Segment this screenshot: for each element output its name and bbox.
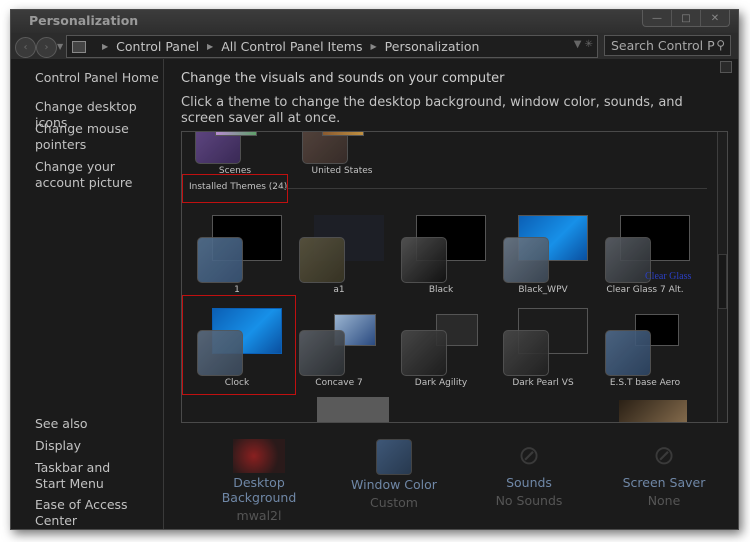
back-arrow-icon: ‹ — [23, 42, 28, 53]
close-button[interactable]: ✕ — [700, 10, 729, 26]
sidebar-change-mouse-pointers[interactable]: Change mouse pointers — [35, 121, 130, 153]
theme-label: Black — [428, 285, 454, 295]
section-divider — [280, 188, 707, 189]
screen-saver-button[interactable]: ⊘ Screen Saver None — [599, 439, 729, 508]
theme-swatch — [299, 330, 345, 376]
help-icon[interactable] — [720, 61, 732, 73]
search-icon[interactable]: ⚲ — [716, 38, 725, 52]
theme-label: 1 — [234, 285, 240, 295]
theme-thumbnail — [322, 132, 364, 136]
main-content: Change the visuals and sounds on your co… — [164, 59, 738, 529]
theme-united-states[interactable]: United States — [292, 132, 392, 180]
theme-label: a1 — [333, 285, 345, 295]
screen-saver-label: Screen Saver — [622, 475, 706, 490]
theme-swatch — [503, 237, 549, 283]
screen-saver-disabled-icon: ⊘ — [653, 441, 675, 471]
title-bar: Personalization — □ ✕ — [11, 10, 738, 33]
see-also-heading: See also — [35, 416, 88, 431]
theme-swatch — [605, 330, 651, 376]
theme-black-wpv[interactable]: Black_WPV — [493, 209, 593, 299]
theme-label: United States — [311, 166, 373, 176]
theme-swatch — [401, 330, 447, 376]
address-bar[interactable]: ▶ Control Panel ▶ All Control Panel Item… — [66, 35, 598, 58]
theme-swatch — [503, 330, 549, 376]
theme-scenes[interactable]: Scenes — [185, 132, 285, 180]
theme-est-base-aero[interactable]: E.S.T base Aero — [595, 302, 695, 392]
theme-label: Clock — [224, 378, 250, 388]
personalization-window: Personalization — □ ✕ ‹ › ▼ ▶ Control Pa… — [10, 9, 739, 530]
sidebar-taskbar[interactable]: Taskbar and Start Menu — [35, 460, 140, 492]
sounds-value: No Sounds — [495, 493, 563, 508]
search-placeholder: Search Control P — [611, 38, 715, 53]
theme-label: Dark Agility — [414, 378, 468, 388]
sidebar-change-account-picture[interactable]: Change your account picture — [35, 159, 160, 191]
theme-dark-pearl-vs[interactable]: Dark Pearl VS — [493, 302, 593, 392]
chevron-right-icon[interactable]: ▶ — [207, 42, 213, 51]
highlight-box — [182, 174, 288, 203]
close-icon: ✕ — [710, 12, 720, 24]
theme-clear-glass[interactable]: Clear Glass Clear Glass 7 Alt. — [595, 209, 695, 299]
gallery-scrollbar[interactable] — [717, 132, 727, 422]
theme-label: Dark Pearl VS — [512, 378, 574, 388]
recent-pages-dropdown[interactable]: ▼ — [57, 42, 63, 51]
back-button[interactable]: ‹ — [15, 37, 36, 58]
theme-thumbnail-partial[interactable] — [317, 397, 389, 422]
theme-clock[interactable]: Clock — [187, 302, 287, 392]
chevron-right-icon[interactable]: ▶ — [102, 42, 108, 51]
sounds-disabled-icon: ⊘ — [518, 441, 540, 471]
window-color-swatch-icon — [376, 439, 412, 475]
sidebar-control-panel-home[interactable]: Control Panel Home — [35, 70, 160, 86]
search-input[interactable]: Search Control P ⚲ — [604, 35, 731, 56]
sidebar-ease-of-access[interactable]: Ease of Access Center — [35, 497, 160, 529]
theme-label: E.S.T base Aero — [609, 378, 681, 388]
address-dropdown-refresh[interactable]: ▼ ✳ — [574, 39, 593, 50]
window-title: Personalization — [29, 13, 139, 28]
forward-button[interactable]: › — [36, 37, 57, 58]
theme-label: Clear Glass 7 Alt. — [606, 285, 684, 295]
breadcrumb-personalization[interactable]: Personalization — [385, 39, 480, 54]
desktop-background-icon — [233, 439, 285, 473]
theme-black[interactable]: Black — [391, 209, 491, 299]
control-panel-icon — [72, 40, 86, 53]
desktop-background-button[interactable]: Desktop Background mwal2l — [194, 439, 324, 523]
window-color-value: Custom — [370, 495, 418, 510]
breadcrumb-control-panel[interactable]: Control Panel — [116, 39, 199, 54]
theme-concave-7[interactable]: Concave 7 — [289, 302, 389, 392]
sounds-button[interactable]: ⊘ Sounds No Sounds — [464, 439, 594, 508]
theme-dark-agility[interactable]: Dark Agility — [391, 302, 491, 392]
theme-1[interactable]: 1 — [187, 209, 287, 299]
desktop-background-label: Desktop Background — [221, 475, 297, 505]
window-controls: — □ ✕ — [642, 10, 730, 27]
page-description: Click a theme to change the desktop back… — [181, 95, 683, 126]
window-color-label: Window Color — [351, 477, 437, 492]
maximize-button[interactable]: □ — [671, 10, 700, 26]
minimize-button[interactable]: — — [643, 10, 671, 26]
window-color-button[interactable]: Window Color Custom — [329, 439, 459, 510]
scrollbar-thumb[interactable] — [718, 254, 727, 309]
forward-arrow-icon: › — [44, 42, 49, 53]
theme-label: Concave 7 — [315, 378, 363, 388]
theme-swatch — [401, 237, 447, 283]
theme-swatch — [197, 330, 243, 376]
desktop-background-value: mwal2l — [236, 508, 282, 523]
page-heading: Change the visuals and sounds on your co… — [181, 71, 505, 86]
screen-saver-value: None — [647, 493, 681, 508]
theme-label: Black_WPV — [518, 285, 568, 295]
theme-gallery: Scenes United States Installed Themes (2… — [181, 131, 728, 423]
theme-swatch — [299, 237, 345, 283]
navigation-bar: ‹ › ▼ ▶ Control Panel ▶ All Control Pane… — [11, 33, 738, 59]
sidebar: Control Panel Home Change desktop icons … — [11, 59, 164, 529]
theme-thumbnail — [215, 132, 257, 136]
minimize-icon: — — [652, 12, 662, 24]
clear-glass-overlay-text: Clear Glass — [645, 271, 692, 282]
sounds-label: Sounds — [506, 475, 552, 490]
chevron-right-icon[interactable]: ▶ — [371, 42, 377, 51]
theme-swatch — [197, 237, 243, 283]
theme-settings-bar: Desktop Background mwal2l Window Color C… — [164, 439, 724, 529]
theme-thumbnail-partial[interactable] — [619, 400, 687, 422]
breadcrumb-all-items[interactable]: All Control Panel Items — [221, 39, 362, 54]
sidebar-display[interactable]: Display — [35, 438, 160, 454]
theme-a1[interactable]: a1 — [289, 209, 389, 299]
maximize-icon: □ — [681, 12, 691, 24]
